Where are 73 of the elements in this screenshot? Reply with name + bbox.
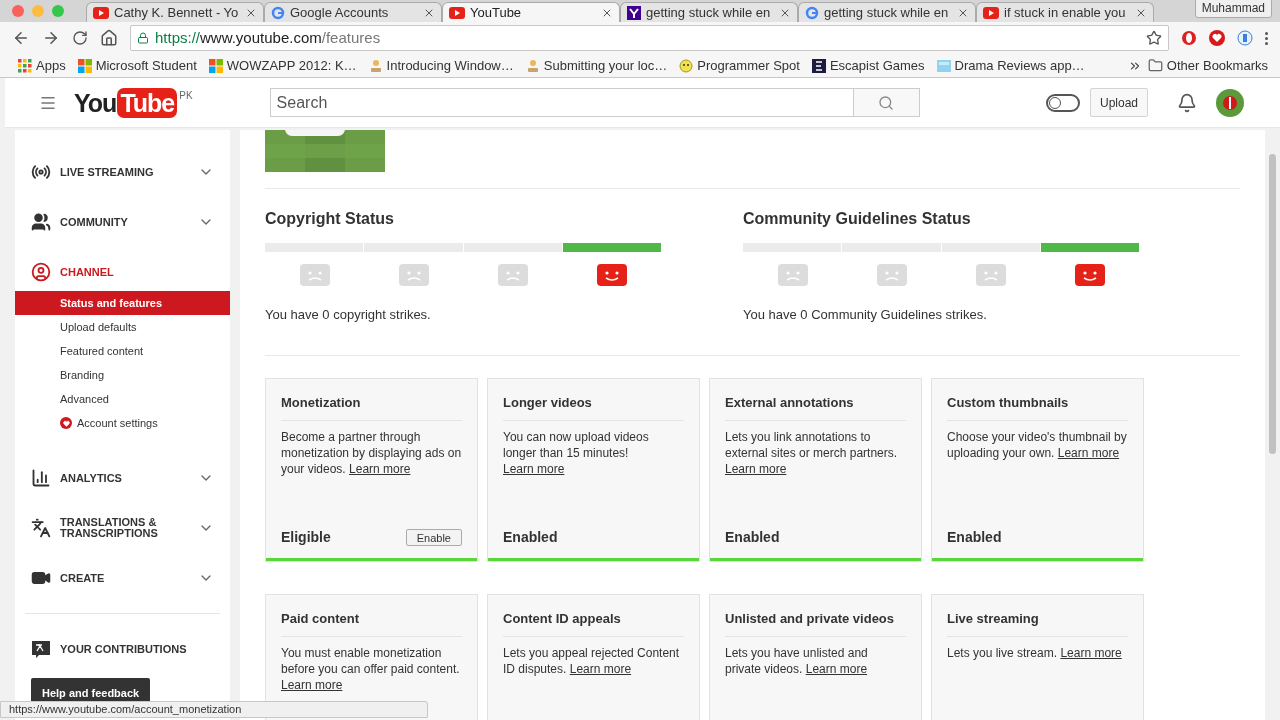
sidebar-section[interactable]: TRANSLATIONS & TRANSCRIPTIONS — [15, 503, 230, 553]
tab-title: Cathy K. Bennett - Yo — [114, 3, 240, 22]
feature-description: Lets you live stream. Learn more — [947, 645, 1123, 661]
sidebar-item[interactable]: Branding — [15, 363, 230, 387]
section-heading: Copyright Status — [265, 209, 395, 229]
browser-tab[interactable]: YouTube — [442, 2, 620, 22]
link-url-tooltip: https://www.youtube.com/account_monetization — [0, 701, 428, 718]
learn-more-link[interactable]: Learn more — [503, 462, 565, 476]
bookmark[interactable]: Submitting your loc… — [525, 55, 668, 76]
feature-description: You can now upload videos longer than 15 minutes! Learn more — [503, 429, 650, 477]
feature-title: Unlisted and private videos — [725, 608, 906, 637]
strike-summary: You have 0 Community Guidelines strikes. — [743, 306, 988, 324]
bookmark[interactable]: WOWZAPP 2012: K… — [208, 55, 357, 76]
tab-title: getting stuck while en — [824, 3, 950, 22]
learn-more-link[interactable]: Learn more — [805, 662, 868, 676]
feature-description: Become a partner through monetization by displaying ads on your videos. Learn more — [281, 429, 462, 477]
feature-title: Monetization — [281, 392, 462, 421]
strike-summary: You have 0 copyright strikes. — [265, 306, 432, 324]
feature-title: Paid content — [281, 608, 462, 637]
feature-description: Lets you appeal rejected Content ID disputes. Learn more — [503, 645, 681, 677]
sidebar-item[interactable]: Upload defaults — [15, 315, 230, 339]
browser-tab[interactable]: getting stuck while en — [798, 2, 976, 22]
address-field[interactable]: https://www.youtube.com/features — [130, 25, 1169, 51]
feature-status: Enabled — [725, 527, 780, 547]
feature-status: Eligible — [281, 527, 331, 547]
url-text: https://www.youtube.com/features — [155, 27, 382, 48]
feature-description: Choose your video's thumbnail by uploading your own. Learn more — [947, 429, 1128, 461]
sidebar-section[interactable]: YOUR CONTRIBUTIONS — [15, 624, 230, 674]
sidebar-section[interactable]: COMMUNITY — [15, 197, 230, 247]
browser-tab[interactable]: Cathy K. Bennett - Yo — [86, 2, 264, 22]
bookmark[interactable]: Drama Reviews app… — [936, 55, 1085, 76]
browser-tab[interactable]: if stuck in enable you — [976, 2, 1154, 22]
tab-title: if stuck in enable you — [1004, 3, 1127, 22]
upload-button[interactable]: Upload — [1089, 88, 1148, 117]
tab-title: Google Accounts — [290, 3, 390, 22]
sidebar-section[interactable]: CHANNEL — [15, 253, 230, 291]
enable-button[interactable]: Enable — [405, 528, 462, 546]
feature-title: Custom thumbnails — [947, 392, 1128, 421]
feature-description: Lets you have unlisted and private videos. Learn more — [725, 645, 869, 677]
learn-more-link[interactable]: Learn more — [1057, 446, 1120, 460]
tab-title: YouTube — [470, 3, 523, 22]
sidebar-section[interactable]: CREATE — [15, 553, 230, 603]
browser-tab[interactable]: Google Accounts — [264, 2, 442, 22]
feature-description: Lets you link annotations to external sites or merch partners. Learn more — [725, 429, 899, 477]
sidebar-section[interactable]: LIVE STREAMING — [15, 147, 230, 197]
feature-title: External annotations — [725, 392, 906, 421]
feature-status: Enabled — [947, 527, 1002, 547]
section-heading: Community Guidelines Status — [743, 209, 972, 229]
learn-more-link[interactable]: Learn more — [281, 678, 343, 692]
sidebar-section[interactable]: ANALYTICS — [15, 453, 230, 503]
sidebar-item[interactable]: Featured content — [15, 339, 230, 363]
browser-tab[interactable]: getting stuck while en — [620, 2, 798, 22]
learn-more-link[interactable]: Learn more — [1060, 646, 1122, 660]
search-field[interactable]: Search — [269, 88, 854, 117]
profile-name[interactable]: Muhammad — [1194, 0, 1272, 18]
sidebar-item[interactable]: Status and features — [15, 291, 230, 315]
feature-description: You must enable monetization before you can offer paid content. Learn more — [281, 645, 461, 693]
learn-more-link[interactable]: Learn more — [349, 462, 411, 476]
bookmark[interactable]: Introducing Window… — [368, 55, 514, 76]
tab-title: getting stuck while en — [646, 3, 772, 22]
bookmark[interactable]: Programmer Spot — [679, 55, 800, 76]
feature-title: Live streaming — [947, 608, 1128, 637]
learn-more-link[interactable]: Learn more — [725, 462, 787, 476]
learn-more-link[interactable]: Learn more — [569, 662, 632, 676]
bookmark[interactable]: Microsoft Student — [77, 55, 197, 76]
sidebar-item[interactable]: Advanced — [15, 387, 230, 411]
feature-title: Content ID appeals — [503, 608, 684, 637]
bookmark[interactable]: Escapist Games — [811, 55, 925, 76]
other-bookmarks[interactable]: Other Bookmarks — [1166, 55, 1268, 76]
feature-title: Longer videos — [503, 392, 684, 421]
sidebar-item[interactable]: Account settings — [15, 411, 230, 435]
bookmark[interactable]: Apps — [18, 55, 66, 76]
feature-status: Enabled — [503, 527, 558, 547]
